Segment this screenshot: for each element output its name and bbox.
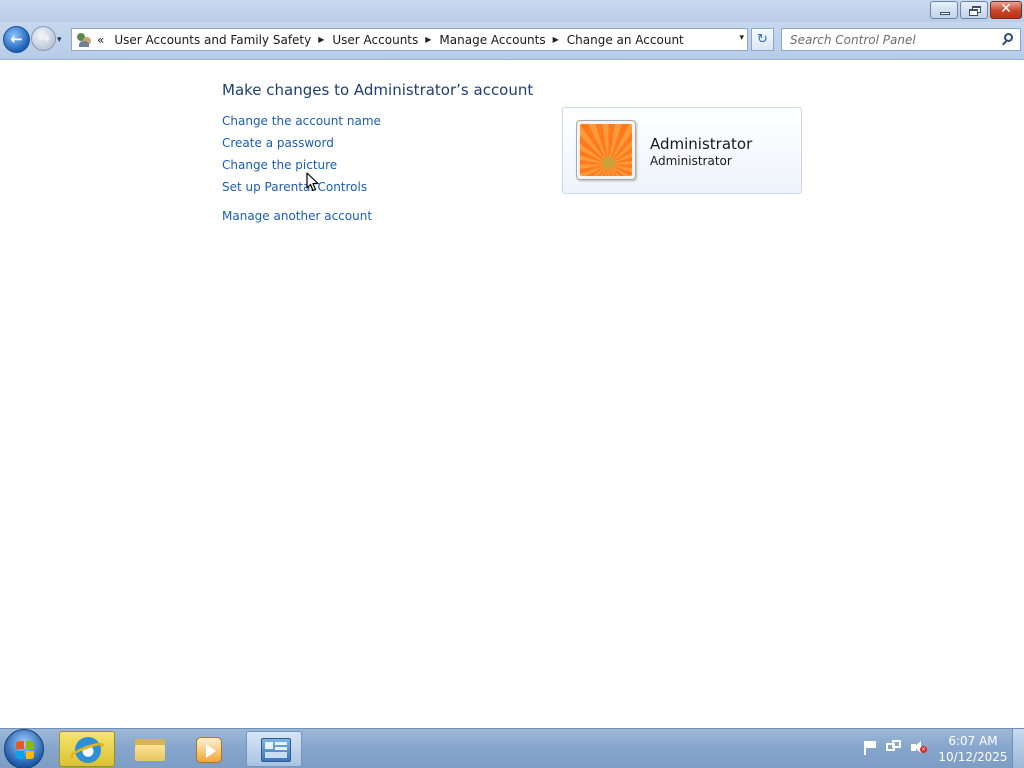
account-name: Administrator	[650, 135, 753, 153]
forward-arrow-icon: →	[37, 29, 50, 47]
close-icon: ✕	[1000, 1, 1012, 17]
back-button[interactable]: ←	[3, 26, 30, 53]
forward-button[interactable]: →	[31, 26, 56, 51]
breadcrumb-user-accounts[interactable]: User Accounts	[330, 33, 422, 47]
breadcrumb-separator-icon[interactable]: ▶	[550, 35, 565, 44]
page-title: Make changes to Administrator’s account	[222, 81, 534, 99]
back-arrow-icon: ←	[10, 30, 23, 48]
clock-date: 10/12/2025	[938, 750, 1008, 764]
mouse-cursor-icon	[306, 172, 319, 192]
flower-picture-icon	[580, 124, 632, 176]
breadcrumb-user-accounts-family-safety[interactable]: User Accounts and Family Safety	[112, 33, 315, 47]
breadcrumb-manage-accounts[interactable]: Manage Accounts	[437, 33, 549, 47]
windows-start-icon	[16, 741, 34, 759]
refresh-icon: ↻	[757, 32, 768, 47]
taskbar-control-panel[interactable]	[246, 731, 302, 767]
taskbar-internet-explorer[interactable]	[59, 731, 115, 767]
breadcrumb-separator-icon[interactable]: ▶	[422, 35, 437, 44]
restore-icon-back	[969, 9, 978, 16]
action-center-flag-icon[interactable]	[862, 739, 878, 757]
show-desktop-button[interactable]	[1012, 729, 1024, 768]
internet-explorer-icon	[68, 737, 106, 763]
change-account-name-link[interactable]: Change the account name	[222, 114, 381, 128]
taskbar: × 6:07 AM 10/12/2025	[0, 728, 1024, 768]
recent-pages-dropdown[interactable]: ▾	[57, 35, 62, 45]
breadcrumb-separator-icon[interactable]: ▶	[315, 35, 330, 44]
account-type: Administrator	[650, 154, 732, 168]
address-bar[interactable]: « User Accounts and Family Safety ▶ User…	[71, 28, 748, 51]
refresh-button[interactable]: ↻	[751, 28, 774, 51]
change-picture-link[interactable]: Change the picture	[222, 158, 337, 172]
account-picture	[576, 120, 636, 180]
search-box[interactable]	[781, 28, 1021, 51]
address-dropdown-icon[interactable]: ▾	[739, 33, 744, 43]
mute-badge: ×	[920, 746, 927, 753]
manage-another-account-link[interactable]: Manage another account	[222, 209, 372, 223]
create-password-link[interactable]: Create a password	[222, 136, 334, 150]
search-icon[interactable]	[1002, 33, 1014, 46]
start-button[interactable]	[4, 729, 44, 768]
minimize-button[interactable]	[930, 1, 958, 19]
network-icon[interactable]	[886, 739, 902, 757]
volume-muted-icon[interactable]: ×	[910, 739, 927, 757]
close-button[interactable]: ✕	[990, 1, 1022, 19]
system-tray: ×	[862, 739, 927, 757]
system-clock[interactable]: 6:07 AM 10/12/2025	[935, 733, 1011, 765]
taskbar-media-player[interactable]	[182, 731, 238, 767]
search-input[interactable]	[782, 29, 992, 51]
window-controls: ✕	[928, 1, 1022, 19]
restore-button[interactable]	[960, 1, 988, 19]
media-player-icon	[196, 737, 222, 763]
folder-icon	[135, 739, 165, 761]
breadcrumb-overflow-button[interactable]: «	[97, 33, 104, 47]
taskbar-windows-explorer[interactable]	[122, 731, 178, 767]
clock-time: 6:07 AM	[948, 734, 998, 748]
content-area: Make changes to Administrator’s account …	[0, 61, 1024, 728]
account-card: Administrator Administrator	[562, 107, 802, 194]
control-panel-icon	[261, 738, 291, 762]
breadcrumb-change-an-account[interactable]: Change an Account	[565, 33, 688, 47]
minimize-icon	[940, 12, 950, 15]
parental-controls-link[interactable]: Set up Parental Controls	[222, 180, 367, 194]
user-accounts-icon	[76, 32, 92, 48]
window-title-bar: ✕	[0, 0, 1024, 22]
navigation-bar: ← → ▾ « User Accounts and Family Safety …	[0, 22, 1024, 60]
